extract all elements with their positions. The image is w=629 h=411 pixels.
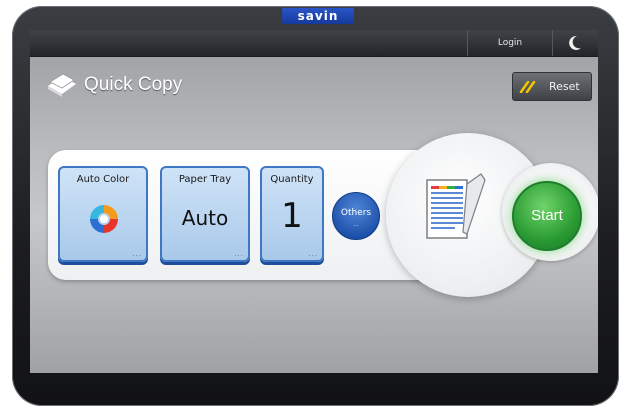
- more-indicator: ...: [308, 250, 318, 258]
- brand-logo: savin: [282, 8, 354, 24]
- auto-color-button[interactable]: Auto Color ...: [58, 166, 148, 262]
- auto-color-label: Auto Color: [76, 174, 130, 185]
- screen: Login Quick Copy Reset Auto Color ... Pa…: [30, 30, 598, 373]
- page-title: Quick Copy: [84, 74, 183, 95]
- others-label: Others: [340, 208, 372, 218]
- paper-tray-value: Auto: [181, 206, 229, 230]
- document-preview-icon: [426, 173, 486, 239]
- more-indicator: ...: [234, 250, 244, 258]
- reset-label: Reset: [549, 80, 580, 93]
- reset-button[interactable]: Reset: [512, 72, 592, 101]
- paper-tray-label: Paper Tray: [178, 174, 232, 185]
- quantity-button[interactable]: Quantity 1 ...: [260, 166, 324, 262]
- quantity-label: Quantity: [270, 174, 314, 185]
- more-indicator: ...: [132, 250, 142, 258]
- others-button[interactable]: Others ...: [332, 192, 380, 240]
- top-bar: Login: [30, 30, 598, 57]
- others-indicator: ...: [353, 221, 359, 228]
- quantity-value: 1: [281, 196, 303, 236]
- start-label: Start: [531, 207, 563, 224]
- color-swirl-icon: [90, 205, 118, 233]
- copy-stack-icon: [48, 73, 76, 97]
- paper-tray-button[interactable]: Paper Tray Auto ...: [160, 166, 250, 262]
- login-button[interactable]: Login: [467, 30, 552, 56]
- energy-saver-button[interactable]: [552, 30, 598, 56]
- moon-icon: [569, 35, 581, 50]
- start-button[interactable]: Start: [512, 181, 582, 251]
- reset-icon: [519, 81, 536, 93]
